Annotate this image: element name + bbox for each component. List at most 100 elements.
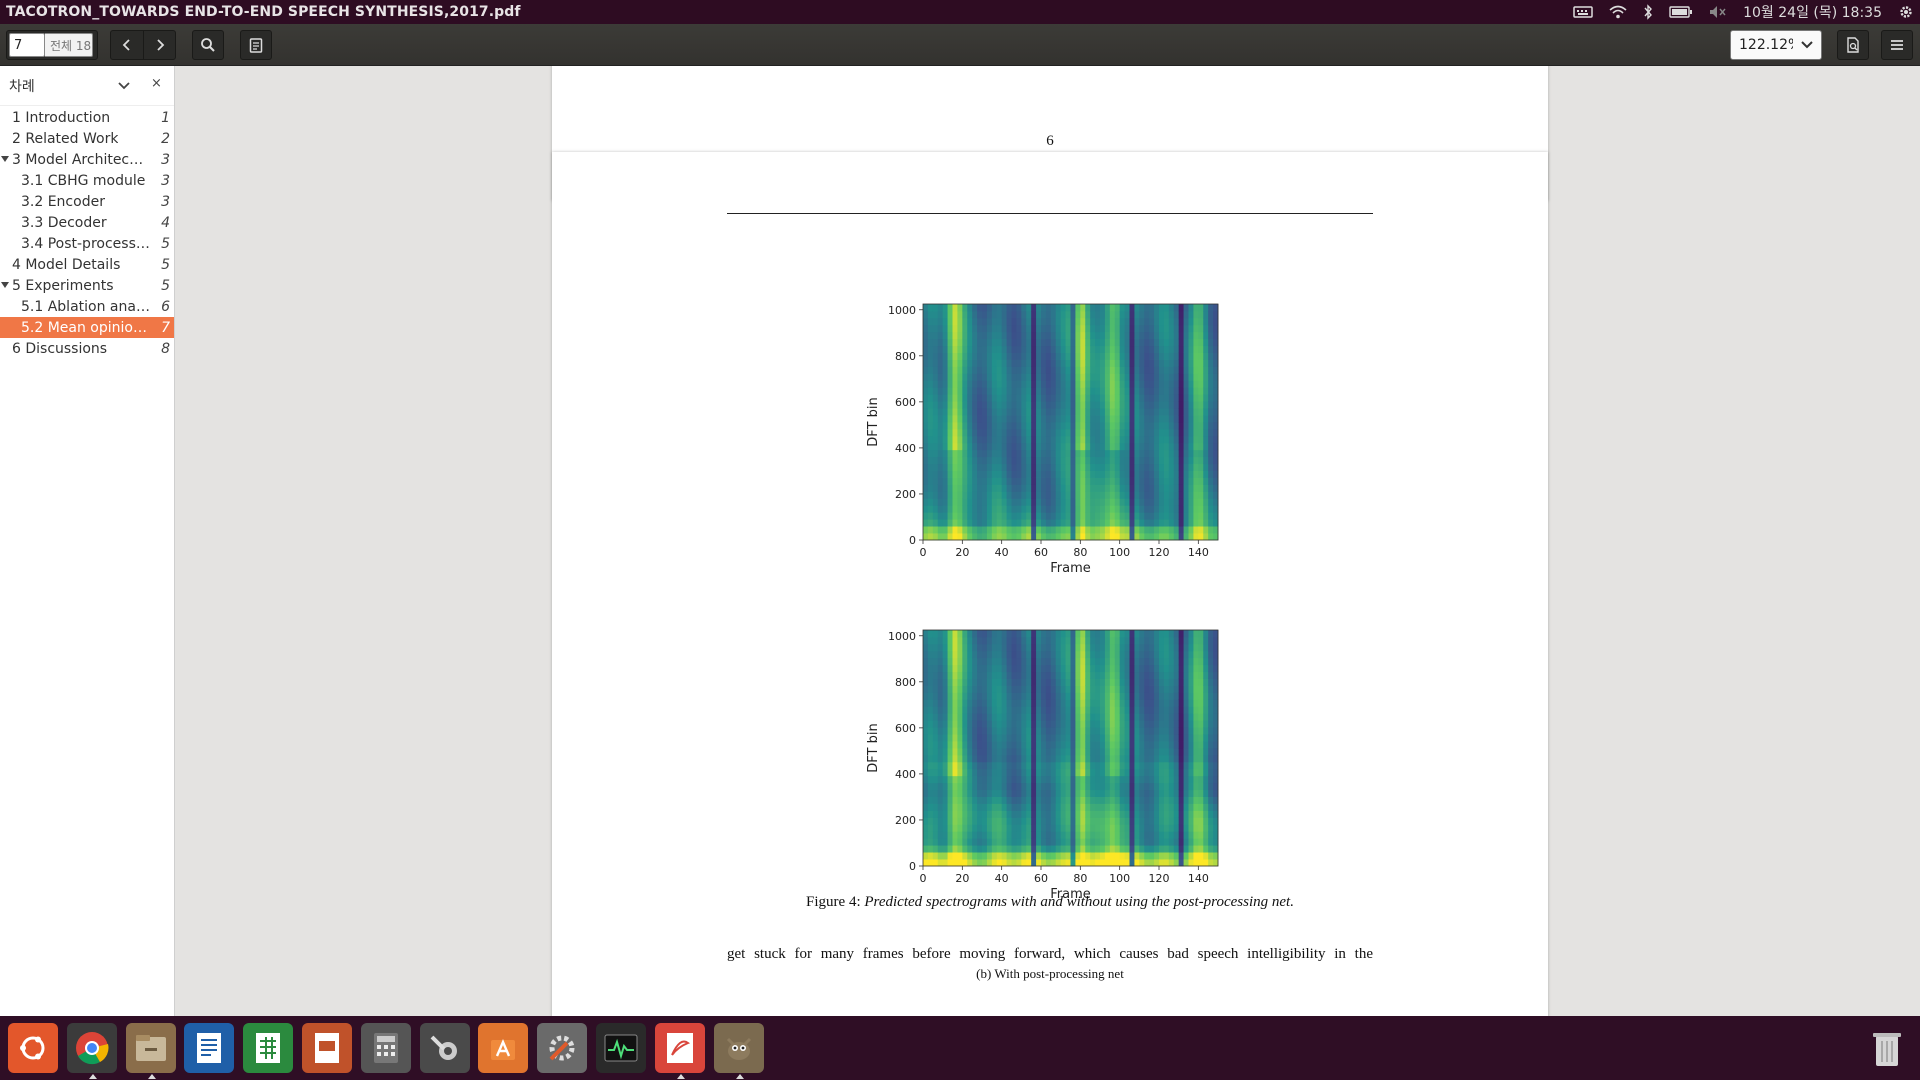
gimp-icon[interactable] bbox=[713, 1023, 764, 1079]
heatmap-cell bbox=[996, 803, 1003, 811]
impress-icon[interactable] bbox=[302, 1023, 352, 1073]
annotations-button[interactable] bbox=[240, 30, 272, 60]
heatmap-cell bbox=[1100, 415, 1106, 423]
heatmap-cell bbox=[1188, 359, 1194, 367]
heatmap-cell bbox=[1178, 380, 1184, 388]
heatmap-cell bbox=[1149, 338, 1155, 347]
heatmap-cell bbox=[927, 435, 934, 444]
expander-triangle-icon[interactable] bbox=[1, 282, 9, 288]
heatmap-cell bbox=[1159, 630, 1165, 638]
toc-item[interactable]: 3.2 Encoder 3 bbox=[0, 191, 174, 212]
heatmap-cell bbox=[1045, 324, 1052, 333]
search-button[interactable] bbox=[192, 30, 224, 60]
toc-item[interactable]: 1 Introduction 1 bbox=[0, 107, 174, 128]
heatmap-cell bbox=[1129, 526, 1135, 534]
zoom-select[interactable]: 122.12% bbox=[1730, 30, 1822, 60]
toc-item[interactable]: 3.3 Decoder 4 bbox=[0, 212, 174, 233]
heatmap-cell bbox=[942, 775, 948, 784]
heatmap-cell bbox=[1001, 505, 1007, 513]
chrome-icon[interactable] bbox=[66, 1023, 117, 1079]
previous-page-button[interactable] bbox=[111, 31, 143, 59]
heatmap-cell bbox=[1026, 650, 1032, 659]
heatmap-cell bbox=[937, 831, 944, 839]
heatmap-cell bbox=[937, 408, 944, 416]
settings-icon[interactable] bbox=[537, 1023, 588, 1073]
heatmap-cell bbox=[1183, 803, 1189, 811]
datetime-label[interactable]: 10월 24일 (목) 18:35 bbox=[1743, 2, 1882, 22]
heatmap-cell bbox=[1041, 526, 1047, 534]
heatmap-cell bbox=[967, 415, 973, 423]
x-tick-label: 140 bbox=[1188, 546, 1209, 559]
calculator-icon[interactable] bbox=[360, 1023, 411, 1073]
keyboard-icon[interactable] bbox=[1573, 5, 1593, 19]
gear-icon[interactable] bbox=[1898, 4, 1914, 20]
heatmap-cell bbox=[1100, 519, 1106, 527]
heatmap-cell bbox=[1203, 428, 1209, 437]
next-page-button[interactable] bbox=[143, 31, 175, 59]
toc-item-label: 3 Model Architecture bbox=[12, 151, 144, 168]
toc-item[interactable]: 4 Model Details 5 bbox=[0, 254, 174, 275]
bluetooth-icon[interactable] bbox=[1643, 4, 1653, 20]
document-viewer-icon[interactable] bbox=[654, 1023, 705, 1079]
system-tools-icon[interactable] bbox=[419, 1023, 470, 1073]
heatmap-cell bbox=[1129, 630, 1135, 638]
page-number-input[interactable] bbox=[9, 33, 45, 57]
document-view[interactable]: 6 0 20 40 60 80 100 120 140 0 200 400 600 800 1000 Fra… bbox=[175, 66, 1920, 1016]
heatmap-cell bbox=[1193, 470, 1199, 478]
toc-item[interactable]: 3.4 Post-processing net and waveform syn… bbox=[0, 233, 174, 254]
heatmap-cell bbox=[1168, 824, 1175, 832]
toc-item[interactable]: 2 Related Work 2 bbox=[0, 128, 174, 149]
heatmap-cell bbox=[982, 699, 988, 707]
heatmap-cell bbox=[1154, 526, 1160, 534]
heatmap-cell bbox=[1198, 748, 1204, 756]
heatmap-cell bbox=[996, 664, 1003, 673]
toc-item[interactable]: 5.1 Ablation analysis 6 bbox=[0, 296, 174, 317]
heatmap-cell bbox=[1104, 782, 1111, 791]
heatmap-cell bbox=[1139, 685, 1145, 693]
battery-icon[interactable] bbox=[1669, 6, 1693, 18]
toc-item[interactable]: 6 Discussions 8 bbox=[0, 338, 174, 359]
heatmap-cell bbox=[957, 650, 963, 659]
sidebar-close-button[interactable]: × bbox=[151, 76, 162, 91]
toc-item[interactable]: 5 Experiments 5 bbox=[0, 275, 174, 296]
sidebar-mode-dropdown[interactable] bbox=[118, 78, 130, 94]
heatmap-cell bbox=[996, 345, 1003, 353]
toc-item[interactable]: 5.2 Mean opinion score tests7 bbox=[0, 317, 174, 338]
heatmap-cell bbox=[1060, 657, 1066, 666]
sidebar-title[interactable]: 차례 bbox=[9, 76, 35, 96]
heatmap-cell bbox=[1100, 331, 1106, 340]
heatmap-cell bbox=[1021, 748, 1027, 756]
files-icon[interactable] bbox=[125, 1023, 176, 1079]
wifi-icon[interactable] bbox=[1609, 5, 1627, 19]
volume-muted-icon[interactable] bbox=[1709, 5, 1727, 19]
system-monitor-icon[interactable] bbox=[596, 1023, 646, 1073]
writer-icon[interactable] bbox=[184, 1023, 235, 1073]
toc-item[interactable]: 3.1 CBHG module 3 bbox=[0, 170, 174, 191]
heatmap-cell bbox=[957, 324, 963, 333]
heatmap-cell bbox=[1095, 449, 1101, 458]
heatmap-cell bbox=[1085, 505, 1091, 513]
heatmap-cell bbox=[942, 838, 948, 846]
heatmap-cell bbox=[1100, 428, 1106, 437]
software-center-icon[interactable] bbox=[478, 1023, 529, 1073]
expander-triangle-icon[interactable] bbox=[1, 156, 9, 162]
document-properties-button[interactable] bbox=[1837, 30, 1869, 60]
main-menu-button[interactable] bbox=[1881, 30, 1913, 60]
heatmap-cell bbox=[1208, 741, 1214, 749]
heatmap-cell bbox=[1163, 519, 1170, 527]
heatmap-cell bbox=[1134, 505, 1140, 513]
heatmap-cell bbox=[1090, 512, 1096, 520]
trash-icon[interactable] bbox=[1862, 1023, 1912, 1073]
heatmap-cell bbox=[1060, 706, 1066, 714]
toc-item[interactable]: 3 Model Architecture 3 bbox=[0, 149, 174, 170]
heatmap-cell bbox=[1129, 401, 1135, 409]
heatmap-cell bbox=[1100, 810, 1106, 818]
heatmap-cell bbox=[1031, 810, 1037, 818]
heatmap-cell bbox=[1006, 484, 1012, 492]
ubuntu-icon[interactable] bbox=[8, 1023, 58, 1073]
heatmap-cell bbox=[1021, 304, 1027, 312]
calc-icon[interactable] bbox=[243, 1023, 294, 1073]
heatmap-cell bbox=[1016, 643, 1022, 652]
heatmap-cell bbox=[1001, 650, 1007, 659]
heatmap-cell bbox=[1159, 304, 1165, 312]
